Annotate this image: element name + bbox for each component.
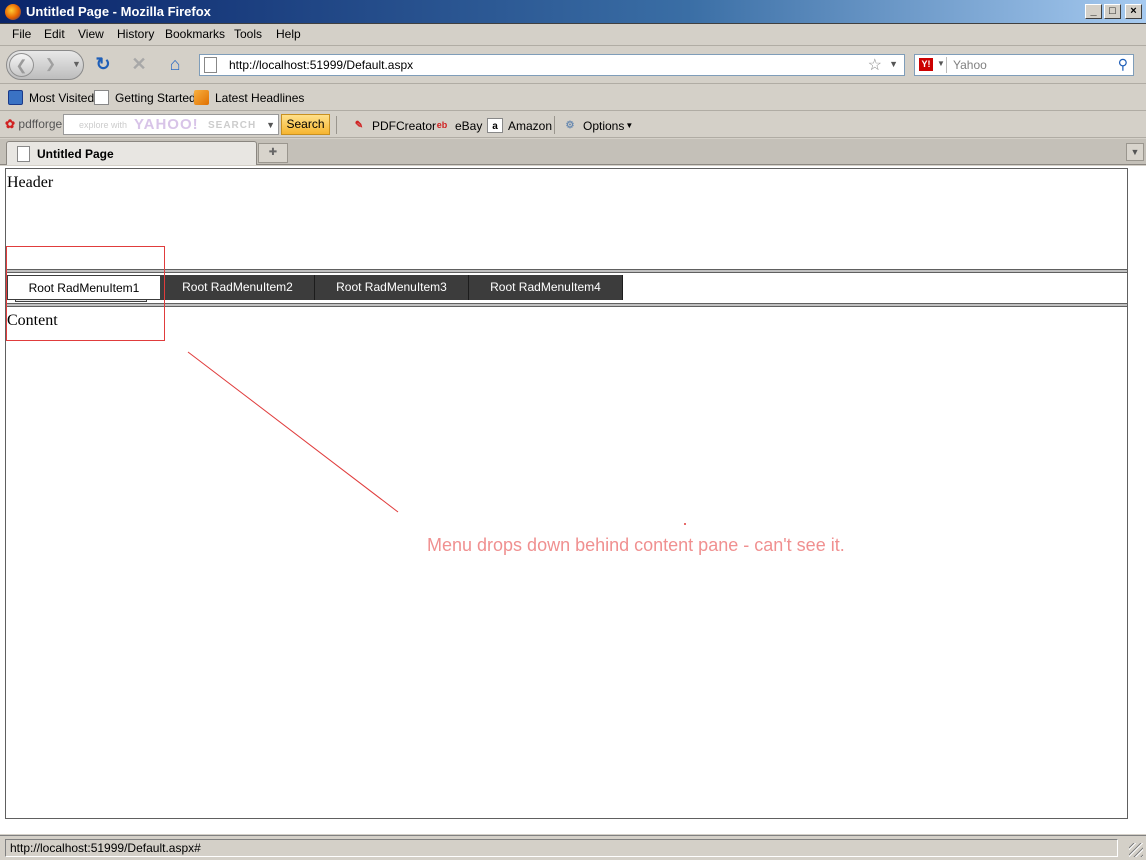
status-text: http://localhost:51999/Default.aspx# bbox=[5, 839, 1118, 857]
annotation-text: Menu drops down behind content pane - ca… bbox=[427, 535, 845, 555]
annotation-dot bbox=[684, 523, 686, 525]
annotation-arrow bbox=[187, 351, 686, 525]
annotation-line bbox=[187, 351, 399, 513]
status-bar: http://localhost:51999/Default.aspx# bbox=[0, 835, 1146, 860]
resize-grip-icon[interactable] bbox=[1129, 843, 1143, 857]
